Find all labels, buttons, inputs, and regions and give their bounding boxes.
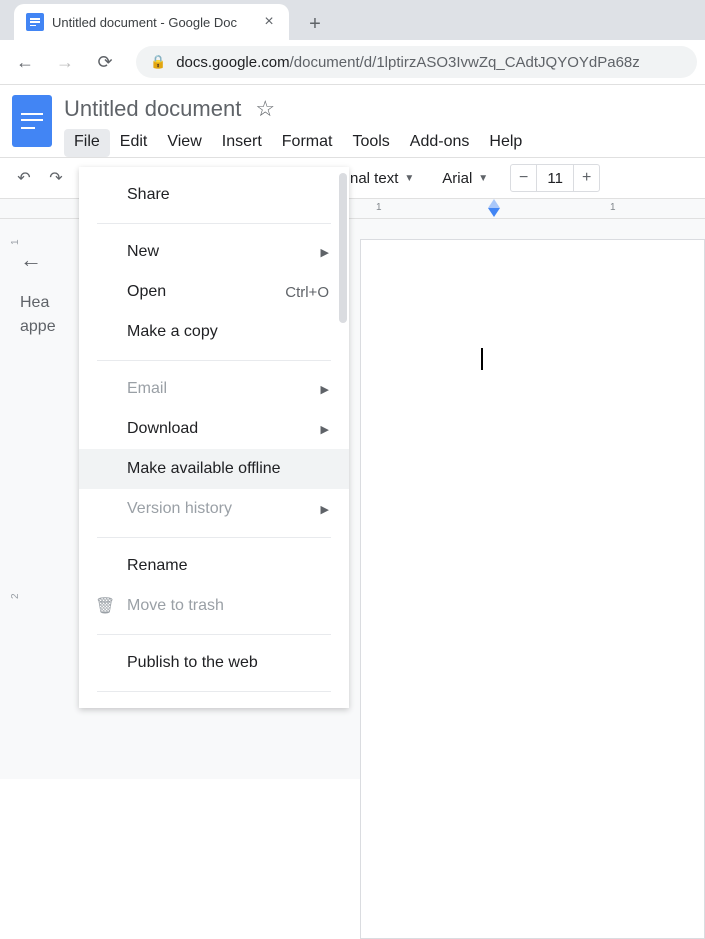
left-indent-marker[interactable] <box>488 208 500 217</box>
divider <box>97 691 331 692</box>
divider <box>97 360 331 361</box>
redo-button[interactable]: ↷ <box>42 164 70 192</box>
menu-view[interactable]: View <box>157 129 211 157</box>
undo-button[interactable]: ↶ <box>10 164 38 192</box>
menu-publish-to-web[interactable]: Publish to the web <box>79 643 349 683</box>
trash-icon: 🗑 <box>95 596 115 616</box>
menubar: File Edit View Insert Format Tools Add-o… <box>64 129 693 157</box>
font-size-stepper: − 11 + <box>510 164 600 192</box>
browser-tab[interactable]: Untitled document - Google Doc × <box>14 4 289 40</box>
menu-make-copy[interactable]: Make a copy <box>79 312 349 352</box>
file-menu-dropdown: Share New▶ OpenCtrl+O Make a copy Email▶… <box>79 167 349 708</box>
star-icon[interactable]: ☆ <box>255 96 275 122</box>
divider <box>97 634 331 635</box>
ruler-tick: 1 <box>376 202 382 213</box>
url-text: docs.google.com/document/d/1lptirzASO3Iv… <box>176 54 640 71</box>
font-size-decrease[interactable]: − <box>511 165 537 191</box>
menu-move-to-trash[interactable]: 🗑Move to trash <box>79 586 349 626</box>
menu-addons[interactable]: Add-ons <box>400 129 480 157</box>
menu-insert[interactable]: Insert <box>212 129 272 157</box>
submenu-arrow-icon: ▶ <box>321 503 329 516</box>
submenu-arrow-icon: ▶ <box>321 383 329 396</box>
menu-email[interactable]: Email▶ <box>79 369 349 409</box>
font-size-value[interactable]: 11 <box>537 170 573 187</box>
submenu-arrow-icon: ▶ <box>321 246 329 259</box>
menu-format[interactable]: Format <box>272 129 343 157</box>
menu-edit[interactable]: Edit <box>110 129 158 157</box>
chevron-down-icon: ▼ <box>404 173 414 184</box>
font-family-label: Arial <box>442 170 472 187</box>
menu-new[interactable]: New▶ <box>79 232 349 272</box>
menu-help[interactable]: Help <box>479 129 532 157</box>
menu-open[interactable]: OpenCtrl+O <box>79 272 349 312</box>
new-tab-button[interactable]: + <box>299 8 331 40</box>
reload-button[interactable]: ⟳ <box>88 45 122 79</box>
menu-version-history[interactable]: Version history▶ <box>79 489 349 529</box>
docs-logo-icon[interactable] <box>12 95 52 147</box>
font-family-select[interactable]: Arial ▼ <box>436 170 494 187</box>
tab-title: Untitled document - Google Doc <box>52 15 253 30</box>
ruler-tick: 1 <box>610 202 616 213</box>
menu-download[interactable]: Download▶ <box>79 409 349 449</box>
document-page[interactable] <box>360 239 705 939</box>
divider <box>97 223 331 224</box>
docs-favicon-icon <box>26 13 44 31</box>
back-button[interactable]: ← <box>8 45 42 79</box>
menu-rename[interactable]: Rename <box>79 546 349 586</box>
forward-button[interactable]: → <box>48 45 82 79</box>
paragraph-style-select[interactable]: nal text ▼ <box>344 170 420 187</box>
submenu-arrow-icon: ▶ <box>321 423 329 436</box>
horizontal-ruler[interactable]: 1 1 <box>360 199 705 218</box>
text-cursor <box>481 348 483 370</box>
divider <box>97 537 331 538</box>
tab-close-icon[interactable]: × <box>261 13 277 31</box>
menu-tools[interactable]: Tools <box>342 129 399 157</box>
menu-make-available-offline[interactable]: Make available offline <box>79 449 349 489</box>
lock-icon: 🔒 <box>150 54 166 70</box>
menu-file[interactable]: File <box>64 129 110 157</box>
menu-share[interactable]: Share <box>79 175 349 215</box>
first-line-indent-marker[interactable] <box>488 199 500 208</box>
font-size-increase[interactable]: + <box>573 165 599 191</box>
document-title[interactable]: Untitled document <box>64 96 241 122</box>
address-bar[interactable]: 🔒 docs.google.com/document/d/1lptirzASO3… <box>136 46 697 78</box>
shortcut-label: Ctrl+O <box>285 284 329 301</box>
paragraph-style-label: nal text <box>350 170 398 187</box>
chevron-down-icon: ▼ <box>478 173 488 184</box>
tab-strip: Untitled document - Google Doc × + <box>0 0 705 40</box>
